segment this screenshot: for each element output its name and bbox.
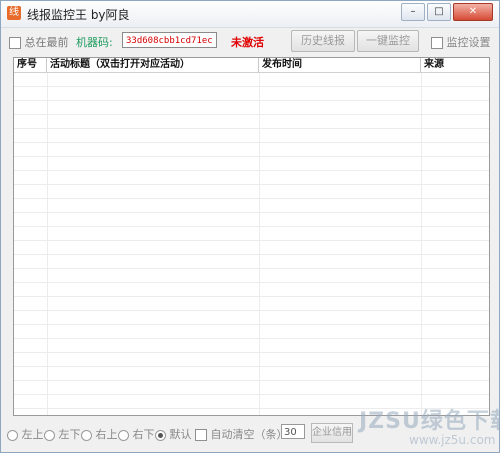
- machine-code-field[interactable]: 33d608cbb1cd71ec: [122, 32, 217, 48]
- app-icon: 线: [7, 6, 21, 20]
- column-divider: [47, 73, 48, 415]
- radio-label: 右上: [95, 428, 118, 441]
- radio-circle[interactable]: [118, 429, 129, 441]
- machine-code-label: 机器码:: [76, 36, 113, 49]
- monitor-settings-checkbox[interactable]: 监控设置: [431, 34, 491, 50]
- checkbox-box[interactable]: [195, 429, 207, 441]
- position-top-left-radio[interactable]: 左上: [7, 426, 44, 442]
- toolbar: 总在最前 机器码: 33d608cbb1cd71ec 未激活 历史线报 一键监控…: [1, 29, 499, 53]
- position-bottom-right-radio[interactable]: 右下: [118, 426, 155, 442]
- window-controls: – □ ✕: [401, 3, 493, 21]
- title-bar[interactable]: 线 线报监控王 by阿良 – □ ✕: [1, 1, 499, 28]
- maximize-icon[interactable]: □: [427, 3, 451, 21]
- window-title: 线报监控王 by阿良: [27, 8, 130, 22]
- table-header: 序号 活动标题（双击打开对应活动） 发布时间 来源: [14, 58, 489, 73]
- checkbox-box[interactable]: [9, 37, 21, 49]
- monitor-settings-label: 监控设置: [446, 36, 491, 49]
- auto-clear-label: 自动清空（条）: [210, 428, 288, 441]
- position-bottom-left-radio[interactable]: 左下: [44, 426, 81, 442]
- column-divider: [259, 73, 260, 415]
- stay-on-top-label: 总在最前: [24, 36, 69, 49]
- position-top-right-radio[interactable]: 右上: [81, 426, 118, 442]
- enterprise-credit-button[interactable]: 企业信用: [311, 423, 353, 443]
- radio-label: 默认: [169, 428, 192, 441]
- column-header-title[interactable]: 活动标题（双击打开对应活动）: [47, 58, 259, 72]
- radio-circle[interactable]: [7, 429, 18, 441]
- radio-circle-selected[interactable]: [155, 429, 166, 441]
- position-default-radio[interactable]: 默认: [155, 426, 192, 442]
- activation-status: 未激活: [231, 36, 264, 49]
- radio-label: 左下: [58, 428, 81, 441]
- radio-circle[interactable]: [81, 429, 92, 441]
- close-icon[interactable]: ✕: [453, 3, 493, 21]
- history-button[interactable]: 历史线报: [291, 30, 355, 52]
- activity-table[interactable]: 序号 活动标题（双击打开对应活动） 发布时间 来源: [13, 57, 490, 416]
- auto-clear-count-input[interactable]: 30: [281, 424, 305, 439]
- column-header-index[interactable]: 序号: [14, 58, 47, 72]
- auto-clear-checkbox[interactable]: 自动清空（条）: [195, 426, 288, 442]
- app-window: 线 线报监控王 by阿良 – □ ✕ 总在最前 机器码: 33d608cbb1c…: [0, 0, 500, 453]
- radio-label: 右下: [132, 428, 155, 441]
- column-header-time[interactable]: 发布时间: [259, 58, 421, 72]
- stay-on-top-checkbox[interactable]: 总在最前: [9, 34, 69, 50]
- minimize-icon[interactable]: –: [401, 3, 425, 21]
- table-body[interactable]: [14, 73, 489, 415]
- radio-circle[interactable]: [44, 429, 55, 441]
- monitor-button[interactable]: 一键监控: [357, 30, 419, 52]
- column-header-source[interactable]: 来源: [421, 58, 489, 72]
- checkbox-box[interactable]: [431, 37, 443, 49]
- column-divider: [421, 73, 422, 415]
- radio-label: 左上: [21, 428, 44, 441]
- status-bar: 左上 左下 右上 右下 默认 自动清空（条） 30 企业信用: [1, 421, 499, 443]
